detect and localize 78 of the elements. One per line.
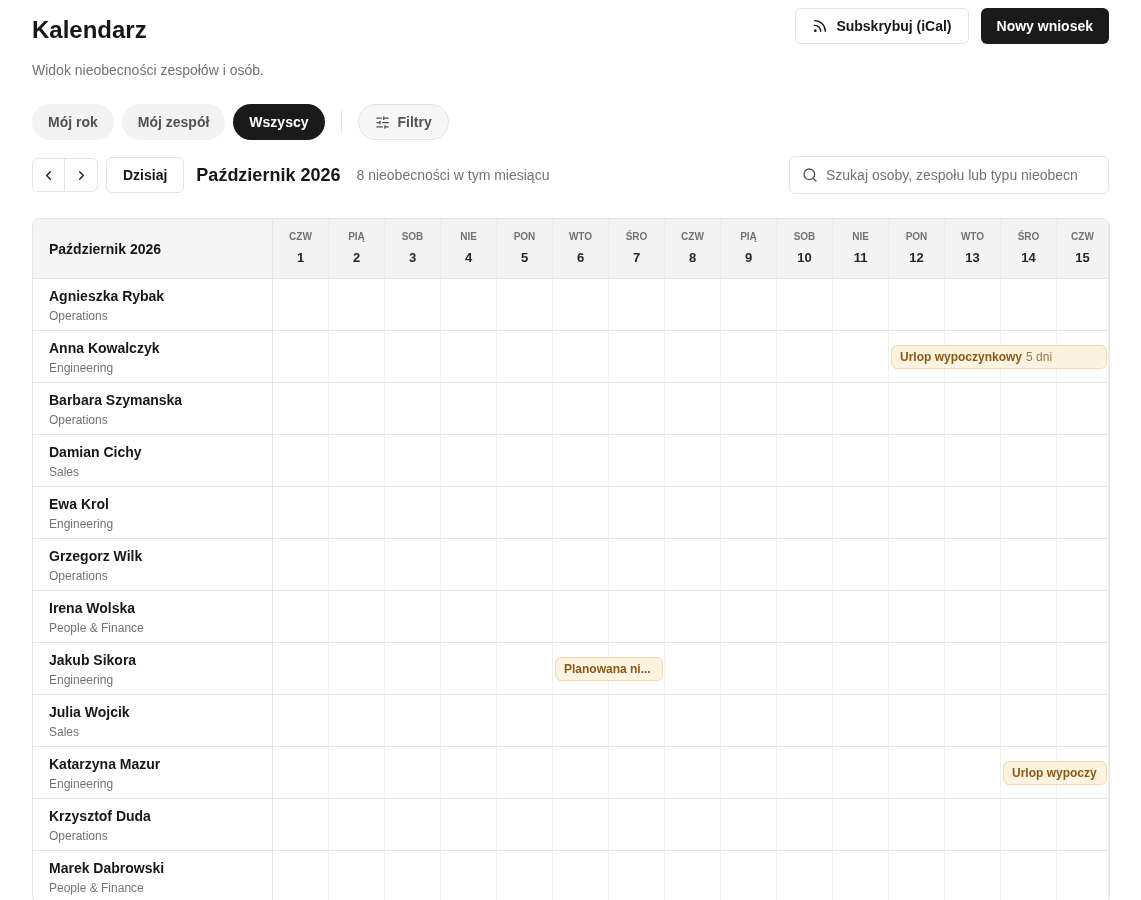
new-request-button[interactable]: Nowy wniosek: [980, 8, 1109, 44]
filter-tab[interactable]: Mój zespół: [121, 104, 226, 140]
person-name: Julia Wojcik: [49, 702, 131, 722]
weekday-label: SOB: [401, 230, 424, 245]
absence-type: Planowana ni...: [564, 660, 651, 677]
team-name: Sales: [49, 723, 81, 740]
team-name: Sales: [49, 463, 81, 480]
day-number: 3: [408, 249, 417, 268]
team-name: Operations: [49, 411, 109, 428]
person-name: Barbara Szymanska: [49, 390, 184, 410]
page-subtitle: Widok nieobecności zespołów i osób.: [32, 61, 264, 80]
rss-icon: [812, 18, 829, 34]
team-name: Engineering: [49, 775, 115, 792]
absence-type: Urlop wypoczynkowy: [900, 348, 1023, 365]
weekday-label: WTO: [568, 230, 593, 245]
filter-tab[interactable]: Mój rok: [32, 104, 114, 140]
day-number: 7: [632, 249, 641, 268]
weekday-label: PON: [513, 230, 536, 245]
month-title: Październik 2026: [196, 164, 341, 187]
team-name: Operations: [49, 827, 109, 844]
weekday-label: CZW: [681, 230, 704, 245]
person-name: Damian Cichy: [49, 442, 143, 462]
team-name: People & Finance: [49, 619, 145, 636]
absence-bar[interactable]: Planowana ni...: [555, 656, 663, 681]
person-name: Grzegorz Wilk: [49, 546, 144, 566]
weekday-label: PON: [905, 230, 928, 245]
team-name: Engineering: [49, 515, 115, 532]
weekday-label: PIĄ: [348, 230, 365, 245]
day-number: 12: [909, 249, 924, 268]
day-number: 5: [520, 249, 529, 268]
team-name: People & Finance: [49, 879, 145, 896]
day-number: 6: [576, 249, 585, 268]
day-number: 8: [688, 249, 697, 268]
absence-count: 8 nieobecności w tym miesiącu: [356, 166, 550, 185]
day-number: 2: [352, 249, 361, 268]
absence-type: Urlop wypoczy: [1012, 764, 1097, 781]
day-number: 13: [965, 249, 980, 268]
person-name: Agnieszka Rybak: [49, 286, 166, 306]
month-label: Październik 2026: [49, 239, 162, 259]
weekday-label: NIE: [460, 230, 477, 245]
team-name: Operations: [49, 307, 109, 324]
weekday-label: CZW: [289, 230, 312, 245]
filters-button[interactable]: Filtry: [357, 104, 449, 140]
weekday-label: NIE: [852, 230, 869, 245]
filter-tab[interactable]: Wszyscy: [233, 104, 325, 140]
absence-duration: 5 dni: [1026, 348, 1053, 365]
day-number: 4: [464, 249, 473, 268]
day-number: 9: [744, 249, 753, 268]
search-icon: [802, 167, 818, 183]
day-number: 14: [1021, 249, 1036, 268]
day-number: 1: [296, 249, 305, 268]
weekday-label: ŚRO: [625, 229, 648, 245]
absence-bar[interactable]: Urlop wypoczy: [1003, 760, 1107, 785]
person-name: Marek Dabrowski: [49, 858, 166, 878]
subscribe-button[interactable]: Subskrybuj (iCal): [795, 8, 969, 44]
weekday-label: WTO: [960, 230, 985, 245]
day-number: 11: [853, 249, 868, 268]
weekday-label: ŚRO: [1017, 229, 1040, 245]
weekday-label: PIĄ: [740, 230, 757, 245]
person-name: Anna Kowalczyk: [49, 338, 161, 358]
search-field[interactable]: Szukaj osoby, zespołu lub typu nieobecn: [789, 156, 1109, 194]
person-name: Katarzyna Mazur: [49, 754, 162, 774]
weekday-label: CZW: [1071, 230, 1094, 245]
day-number: 15: [1075, 249, 1090, 268]
person-name: Irena Wolska: [49, 598, 137, 618]
weekday-label: SOB: [793, 230, 816, 245]
search-input[interactable]: Szukaj osoby, zespołu lub typu nieobecn: [826, 165, 1096, 185]
team-name: Operations: [49, 567, 109, 584]
team-name: Engineering: [49, 671, 115, 688]
person-name: Ewa Krol: [49, 494, 110, 514]
today-button[interactable]: Dzisiaj: [106, 157, 185, 193]
page-title: Kalendarz: [32, 15, 148, 45]
person-name: Krzysztof Duda: [49, 806, 152, 826]
sliders-icon: [374, 114, 390, 130]
day-number: 10: [797, 249, 812, 268]
absence-bar[interactable]: Urlop wypoczynkowy 5 dni: [891, 344, 1107, 369]
person-name: Jakub Sikora: [49, 650, 138, 670]
team-name: Engineering: [49, 359, 115, 376]
